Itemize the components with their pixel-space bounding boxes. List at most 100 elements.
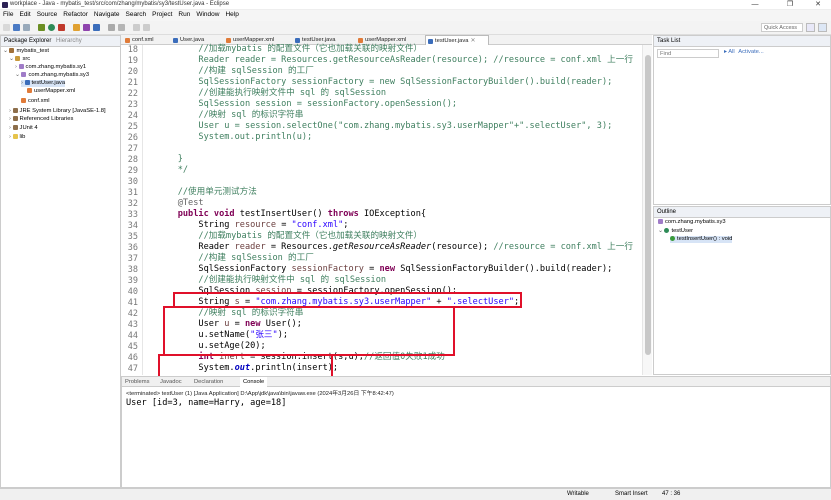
code-token: Reader bbox=[157, 242, 235, 252]
scrollbar-thumb[interactable] bbox=[645, 55, 651, 355]
insert-mode-status: Smart Insert bbox=[615, 491, 648, 497]
code-token: //加载mybatis 的配置文件（它也加载关联的映射文件） bbox=[157, 231, 423, 241]
save-icon[interactable] bbox=[13, 24, 20, 31]
menu-run[interactable]: Run bbox=[175, 10, 193, 19]
code-token: @Test bbox=[157, 198, 204, 208]
code-token: System.out.println(u); bbox=[157, 132, 313, 142]
code-line[interactable]: User u = session.selectOne("com.zhang.my… bbox=[157, 121, 612, 132]
tree-item[interactable]: › Referenced Libraries bbox=[9, 116, 73, 123]
quick-access-field[interactable]: Quick Access bbox=[761, 23, 803, 32]
tree-item[interactable]: conf.xml bbox=[21, 98, 50, 105]
tree-item[interactable]: ⌄ mybatis_test bbox=[3, 48, 49, 55]
code-line[interactable]: //创建能执行映射文件中 sql 的 sqlSession bbox=[157, 275, 386, 286]
outline-item[interactable]: ⌄ testUser bbox=[658, 228, 693, 235]
code-line[interactable]: @Test bbox=[157, 198, 204, 209]
menu-source[interactable]: Source bbox=[34, 10, 61, 19]
new-class-icon[interactable] bbox=[93, 24, 100, 31]
code-line[interactable]: System.out.println(u); bbox=[157, 132, 312, 143]
menu-edit[interactable]: Edit bbox=[16, 10, 33, 19]
console-run-info: <terminated> testUser (1) [Java Applicat… bbox=[126, 391, 394, 397]
code-line[interactable]: */ bbox=[157, 165, 188, 176]
menu-project[interactable]: Project bbox=[149, 10, 175, 19]
close-tab-icon[interactable]: ✕ bbox=[471, 38, 476, 44]
menu-refactor[interactable]: Refactor bbox=[60, 10, 91, 19]
code-token: SqlSessionFactoryBuilder().build(reader)… bbox=[400, 264, 613, 274]
code-line[interactable]: //使用单元测试方法 bbox=[157, 187, 257, 198]
close-button[interactable]: ✕ bbox=[808, 0, 828, 10]
tree-item[interactable]: userMapper.xml bbox=[27, 88, 75, 95]
package-icon bbox=[18, 64, 24, 69]
code-line[interactable]: SqlSessionFactory sessionFactory = new S… bbox=[157, 77, 612, 88]
activate-link[interactable]: Activate... bbox=[738, 49, 763, 55]
console-tab[interactable]: Console bbox=[240, 377, 268, 387]
tree-item[interactable]: › JRE System Library [JavaSE-1.8] bbox=[9, 108, 106, 115]
code-line[interactable]: //加载mybatis 的配置文件（它也加载关联的映射文件） bbox=[157, 231, 422, 242]
editor-tab-active[interactable]: testUser.java ✕ bbox=[425, 35, 489, 45]
open-perspective-icon[interactable] bbox=[806, 23, 815, 32]
code-line[interactable]: //构建 sqlSession 的工厂 bbox=[157, 66, 313, 77]
task-all-link[interactable]: All bbox=[728, 49, 734, 55]
hierarchy-tab[interactable]: Hierarchy bbox=[56, 38, 82, 44]
tree-item[interactable]: ⌄ src bbox=[9, 56, 30, 63]
method-icon bbox=[670, 236, 675, 241]
main-toolbar: Quick Access bbox=[0, 21, 831, 35]
task-list-tab[interactable]: Task List bbox=[654, 36, 830, 47]
java-file-icon bbox=[295, 38, 300, 43]
code-line[interactable]: public void testInsertUser() throws IOEx… bbox=[157, 209, 426, 220]
new-package-icon[interactable] bbox=[83, 24, 90, 31]
code-line[interactable]: Reader reader = Resources.getResourceAsR… bbox=[157, 55, 633, 66]
tree-item[interactable]: › lib bbox=[9, 134, 25, 141]
debug-icon[interactable] bbox=[38, 24, 45, 31]
code-line[interactable]: Reader reader = Resources.getResourceAsR… bbox=[157, 242, 633, 253]
code-line[interactable]: SqlSessionFactory sessionFactory = new S… bbox=[157, 264, 612, 275]
problems-tab[interactable]: Problems bbox=[125, 377, 149, 387]
forward-icon[interactable] bbox=[143, 24, 150, 31]
new-icon[interactable] bbox=[3, 24, 10, 31]
cursor-position: 47 : 36 bbox=[662, 491, 681, 497]
open-type-icon[interactable] bbox=[108, 24, 115, 31]
code-line[interactable]: SqlSession session = sessionFactory.open… bbox=[157, 99, 457, 110]
declaration-tab[interactable]: Declaration bbox=[194, 377, 223, 387]
menu-window[interactable]: Window bbox=[193, 10, 222, 19]
external-tools-icon[interactable] bbox=[58, 24, 65, 31]
code-line[interactable]: String resource = "conf.xml"; bbox=[157, 220, 348, 231]
menu-search[interactable]: Search bbox=[123, 10, 150, 19]
code-line[interactable]: //加载mybatis 的配置文件（它也加载关联的映射文件） bbox=[157, 44, 422, 55]
xml-file-icon bbox=[125, 38, 130, 43]
code-line[interactable]: //映射 sql 的标识字符串 bbox=[157, 110, 303, 121]
tree-item[interactable]: › JUnit 4 bbox=[9, 125, 38, 132]
code-line[interactable]: //构建 sqlSession 的工厂 bbox=[157, 253, 313, 264]
save-all-icon[interactable] bbox=[23, 24, 30, 31]
console-output[interactable]: User [id=3, name=Harry, age=18] bbox=[126, 398, 286, 408]
back-icon[interactable] bbox=[133, 24, 140, 31]
task-find-input[interactable]: Find bbox=[657, 49, 719, 58]
code-token: sessionFactory bbox=[291, 264, 364, 274]
javadoc-tab[interactable]: Javadoc bbox=[160, 377, 182, 387]
menu-file[interactable]: File bbox=[0, 10, 16, 19]
outline-item-selected[interactable]: testInsertUser() : void bbox=[670, 236, 733, 244]
java-perspective-icon[interactable] bbox=[818, 23, 827, 32]
code-line[interactable]: //创建能执行映射文件中 sql 的 sqlSession bbox=[157, 88, 386, 99]
menu-help[interactable]: Help bbox=[222, 10, 241, 19]
editor-vertical-scrollbar[interactable] bbox=[642, 45, 652, 375]
new-java-project-icon[interactable] bbox=[73, 24, 80, 31]
tree-item[interactable]: › com.zhang.mybatis.sy1 bbox=[15, 64, 86, 71]
outline-tab[interactable]: Outline bbox=[654, 207, 830, 218]
package-explorer-tab[interactable]: Package Explorer Hierarchy bbox=[1, 36, 120, 47]
xml-file-icon bbox=[27, 88, 32, 93]
run-icon[interactable] bbox=[48, 24, 55, 31]
xml-file-icon bbox=[21, 98, 26, 103]
package-explorer-panel: Package Explorer Hierarchy ⌄ mybatis_tes… bbox=[0, 35, 121, 488]
search-icon[interactable] bbox=[118, 24, 125, 31]
code-editor: conf.xml User.java userMapper.xml testUs… bbox=[121, 35, 652, 396]
maximize-button[interactable]: ❐ bbox=[780, 0, 800, 10]
menu-navigate[interactable]: Navigate bbox=[91, 10, 123, 19]
code-line[interactable]: } bbox=[157, 154, 183, 165]
library-icon bbox=[12, 125, 18, 130]
outline-item[interactable]: com.zhang.mybatis.sy3 bbox=[658, 219, 726, 226]
task-list-panel: Task List Find ▸ All Activate... bbox=[653, 35, 831, 205]
outline-title: Outline bbox=[657, 209, 677, 215]
tree-item[interactable]: ⌄ com.zhang.mybatis.sy3 bbox=[15, 72, 89, 79]
tree-item-selected[interactable]: › testUser.java bbox=[21, 80, 66, 88]
minimize-button[interactable]: — bbox=[745, 0, 765, 10]
